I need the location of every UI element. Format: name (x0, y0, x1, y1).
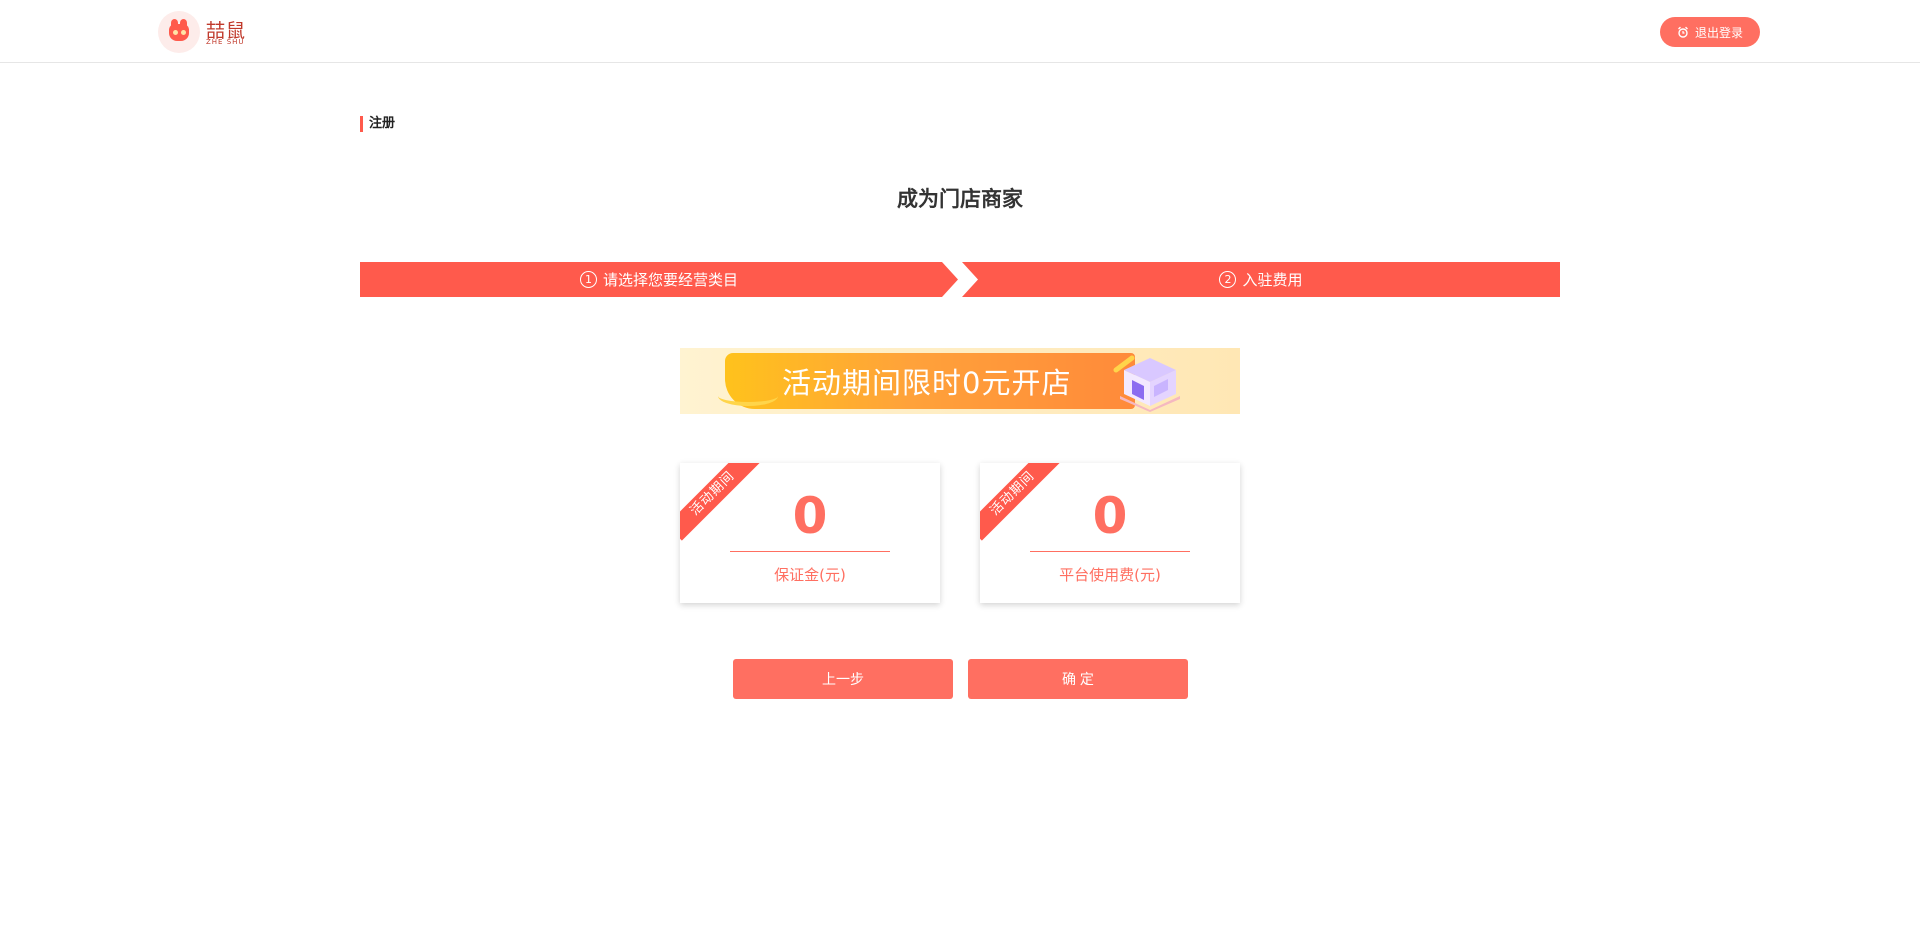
step-progress-bar: 1 请选择您要经营类目 2 入驻费用 (360, 262, 1560, 297)
platform-fee-label: 平台使用费(元) (1059, 566, 1161, 584)
step-label: 请选择您要经营类目 (602, 271, 738, 289)
section-title: 注册 (360, 116, 395, 132)
divider (1030, 551, 1190, 552)
previous-step-button[interactable]: 上一步 (733, 659, 953, 699)
page-title: 成为门店商家 (897, 187, 1023, 211)
step-number-icon: 1 (579, 271, 597, 288)
step-label: 入驻费用 (1242, 271, 1303, 289)
mouse-mascot-icon (158, 11, 200, 53)
alarm-clock-icon (1677, 26, 1689, 38)
deposit-fee-card: 活动期间 0 保证金(元) (680, 463, 940, 603)
logout-button[interactable]: 退出登录 (1660, 17, 1760, 47)
divider (730, 551, 890, 552)
top-header: 喆鼠 ZHE SHU 退出登录 (0, 0, 1920, 63)
deposit-value: 0 (792, 487, 828, 545)
platform-fee-value: 0 (1092, 487, 1128, 545)
platform-fee-card: 活动期间 0 平台使用费(元) (980, 463, 1240, 603)
brand-name-latin: ZHE SHU (206, 38, 245, 46)
promo-banner: 活动期间限时0元开店 (680, 348, 1240, 414)
step-1: 1 请选择您要经营类目 (360, 262, 958, 297)
logout-label: 退出登录 (1694, 25, 1743, 40)
step-2: 2 入驻费用 (962, 262, 1560, 297)
promo-text: 活动期间限时0元开店 (782, 366, 1072, 400)
step-number-icon: 2 (1219, 271, 1237, 288)
storefront-icon (1110, 350, 1190, 412)
brand-logo[interactable]: 喆鼠 ZHE SHU (158, 11, 248, 53)
banner-swoosh (718, 386, 778, 406)
deposit-label: 保证金(元) (774, 566, 846, 584)
confirm-button[interactable]: 确 定 (968, 659, 1188, 699)
